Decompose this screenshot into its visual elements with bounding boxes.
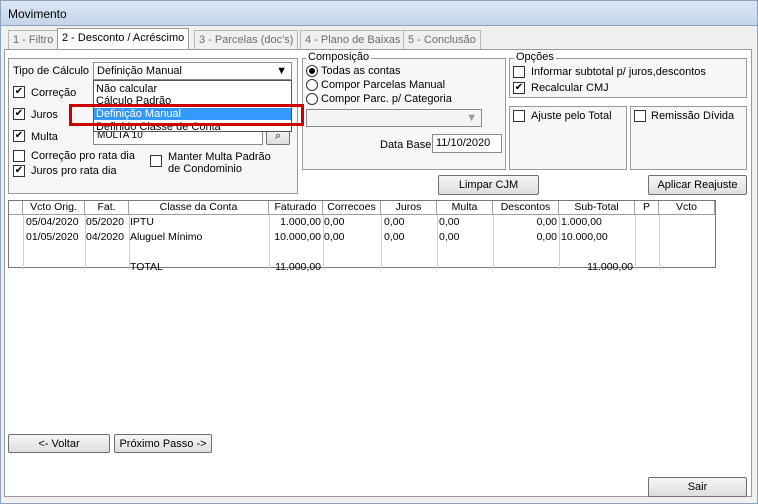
dropdown-option-nao-calcular[interactable]: Não calcular [96, 83, 157, 95]
header-correcoes[interactable]: Correcoes [323, 201, 381, 215]
recalcular-checkbox[interactable]: ✔ [513, 82, 525, 94]
chevron-down-icon: ▼ [466, 112, 477, 124]
ajuste-checkbox[interactable] [513, 110, 525, 122]
informar-label: Informar subtotal p/ juros,descontos [531, 66, 706, 78]
compor-categoria-label: Compor Parc. p/ Categoria [321, 93, 452, 105]
header-vcto-orig[interactable]: Vcto Orig. [23, 201, 85, 215]
row2-subtotal[interactable]: 10.000,00 [561, 231, 608, 245]
correcao-checkbox[interactable]: ✔ [13, 86, 25, 98]
row1-classe[interactable]: IPTU [130, 216, 154, 230]
juros-rata-label: Juros pro rata dia [31, 165, 117, 177]
manter-multa-label2: de Condominio [168, 163, 242, 175]
row2-faturado[interactable]: 10.000,00 [271, 231, 321, 245]
row1-faturado[interactable]: 1.000,00 [271, 216, 321, 230]
window-title: Movimento [8, 7, 67, 21]
compor-manual-radio[interactable] [306, 79, 318, 91]
correcao-rata-checkbox[interactable] [13, 150, 25, 162]
todas-contas-radio[interactable] [306, 65, 318, 77]
correcao-rata-label: Correção pro rata dia [31, 150, 135, 162]
juros-label: Juros [31, 109, 58, 121]
row2-vcto[interactable]: 01/05/2020 [26, 231, 79, 245]
data-base-input[interactable]: 11/10/2020 [432, 134, 502, 153]
header-p[interactable]: P [635, 201, 659, 215]
informar-checkbox[interactable] [513, 66, 525, 78]
chevron-down-icon: ▼ [276, 65, 287, 77]
todas-contas-label: Todas as contas [321, 65, 401, 77]
categoria-select[interactable]: ▼ [306, 109, 482, 127]
opcoes-title: Opções [514, 51, 556, 63]
tab-filtro[interactable]: 1 - Filtro [8, 30, 59, 49]
header-juros[interactable]: Juros [381, 201, 437, 215]
manter-multa-checkbox[interactable] [150, 155, 162, 167]
manter-multa-label: Manter Multa Padrão [168, 151, 271, 163]
limpar-cjm-button[interactable]: Limpar CJM [438, 175, 539, 195]
proximo-button[interactable]: Próximo Passo -> [114, 434, 212, 453]
row1-juros[interactable]: 0,00 [384, 216, 404, 230]
juros-rata-checkbox[interactable]: ✔ [13, 165, 25, 177]
compor-categoria-radio[interactable] [306, 93, 318, 105]
tab-parcelas[interactable]: 3 - Parcelas (doc's) [194, 30, 299, 49]
row1-vcto[interactable]: 05/04/2020 [26, 216, 79, 230]
row1-descontos[interactable]: 0,00 [495, 216, 557, 230]
header-vcto[interactable]: Vcto [659, 201, 715, 215]
row2-correcoes[interactable]: 0,00 [324, 231, 344, 245]
recalcular-label: Recalcular CMJ [531, 82, 609, 94]
header-subtotal[interactable]: Sub-Total [559, 201, 635, 215]
multa-checkbox[interactable]: ✔ [13, 130, 25, 142]
header-multa[interactable]: Multa [437, 201, 493, 215]
juros-checkbox[interactable]: ✔ [13, 108, 25, 120]
window-titlebar: Movimento [0, 0, 758, 26]
total-faturado: 11.000,00 [275, 261, 321, 273]
row2-classe[interactable]: Aluguel Mínimo [130, 231, 202, 245]
row1-subtotal[interactable]: 1.000,00 [561, 216, 602, 230]
ajuste-label: Ajuste pelo Total [531, 110, 612, 122]
header-fat[interactable]: Fat. [85, 201, 129, 215]
composicao-title: Composição [306, 51, 372, 63]
parcelas-grid[interactable]: Vcto Orig. Fat. Classe da Conta Faturado… [8, 200, 716, 273]
row1-fat[interactable]: 05/2020 [86, 216, 124, 230]
tipo-calculo-value: Definição Manual [97, 65, 182, 77]
correcao-label: Correção [31, 87, 77, 99]
voltar-button[interactable]: <- Voltar [8, 434, 110, 453]
row2-descontos[interactable]: 0,00 [495, 231, 557, 245]
highlight-box [69, 104, 304, 126]
tab-desconto[interactable]: 2 - Desconto / Acréscimo [57, 28, 190, 50]
tab-conclusao[interactable]: 5 - Conclusão [403, 30, 481, 49]
row1-correcoes[interactable]: 0,00 [324, 216, 344, 230]
row2-juros[interactable]: 0,00 [384, 231, 404, 245]
total-subtotal: 11.000,00 [587, 261, 633, 273]
header-faturado[interactable]: Faturado [269, 201, 323, 215]
multa-label: Multa [31, 131, 58, 143]
row1-multa[interactable]: 0,00 [439, 216, 459, 230]
tab-plano-baixas[interactable]: 4 - Plano de Baixas [300, 30, 406, 49]
header-descontos[interactable]: Descontos [493, 201, 559, 215]
row-indicator-header [9, 201, 23, 215]
row2-fat[interactable]: 04/2020 [86, 231, 124, 245]
tipo-calculo-label: Tipo de Cálculo [13, 65, 90, 77]
compor-manual-label: Compor Parcelas Manual [321, 79, 446, 91]
sair-button[interactable]: Sair [648, 477, 747, 497]
row2-multa[interactable]: 0,00 [439, 231, 459, 245]
total-label: TOTAL [130, 261, 163, 273]
aplicar-reajuste-button[interactable]: Aplicar Reajuste [648, 175, 747, 195]
tipo-calculo-select[interactable]: Definição Manual ▼ [93, 62, 292, 80]
remissao-checkbox[interactable] [634, 110, 646, 122]
data-base-label: Data Base [380, 139, 432, 151]
remissao-label: Remissão Dívida [651, 110, 735, 122]
header-classe[interactable]: Classe da Conta [129, 201, 269, 215]
